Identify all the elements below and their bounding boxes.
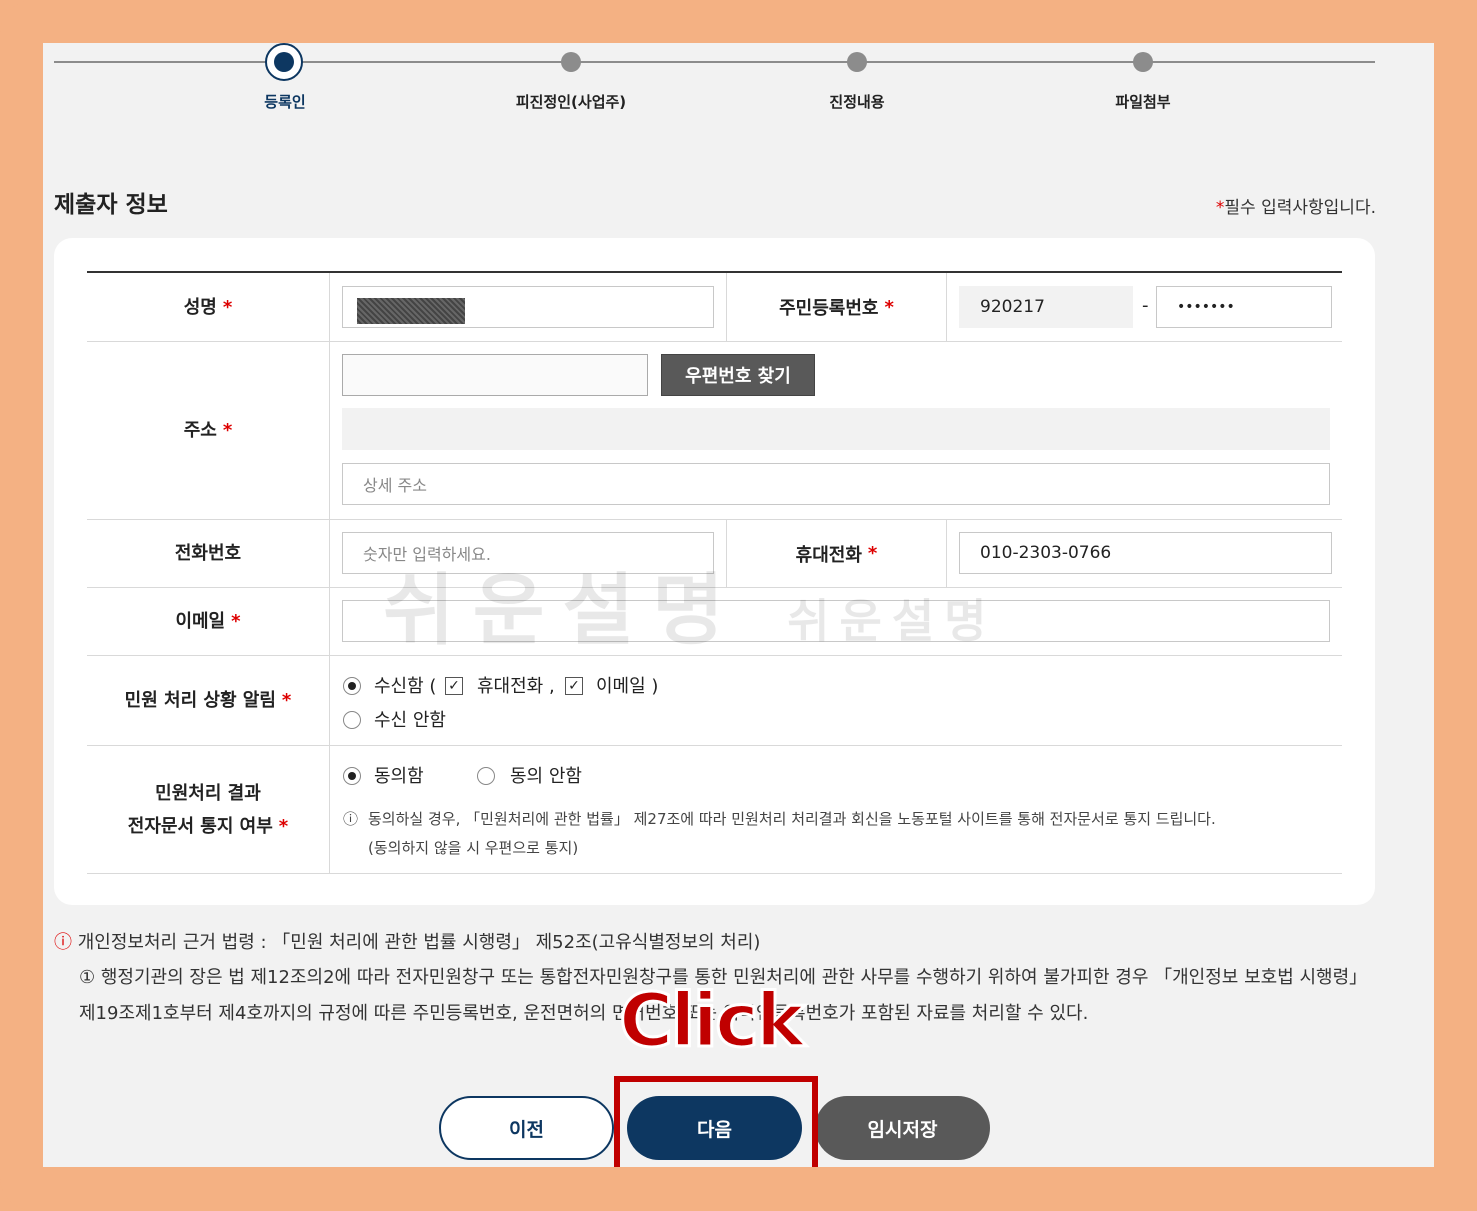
screenshot-frame: 등록인 피진정인(사업주) 진정내용 파일첨부 제출자 정보 *필수 입력사항입… — [0, 0, 1477, 1211]
page-content: 등록인 피진정인(사업주) 진정내용 파일첨부 제출자 정보 *필수 입력사항입… — [43, 43, 1434, 1167]
zip-search-button[interactable]: 우편번호 찾기 — [661, 354, 815, 396]
edoc-disagree-label: 동의 안함 — [510, 766, 582, 787]
stepper-line — [54, 61, 1375, 63]
row-notify: 민원 처리 상황 알림 * 수신함 ( ✓ 휴대전화 , ✓ 이메일 ) 수신 안… — [87, 656, 1342, 746]
watermark: 쉬운설명 쉬운설명 — [383, 566, 997, 656]
info-icon: ⓘ — [343, 810, 359, 828]
row-address: 주소 * 우편번호 찾기 상세 주소 — [87, 342, 1342, 520]
zip-code-input[interactable] — [342, 354, 648, 396]
step-dot-1 — [265, 43, 303, 81]
masked-name — [357, 298, 465, 324]
step-label-1: 등록인 — [264, 93, 306, 111]
resident-no-back-input[interactable]: ••••••• — [1156, 286, 1332, 328]
step-label-3: 진정내용 — [829, 93, 885, 111]
step-dot-3 — [847, 52, 867, 72]
step-label-4: 파일첨부 — [1115, 93, 1171, 111]
edoc-label: 민원처리 결과 전자문서 통지 여부 * — [87, 746, 330, 873]
notify-receive-label: 수신함 ( — [374, 676, 437, 697]
name-label: 성명 * — [87, 273, 330, 341]
notice-title: ⓘ 개인정보처리 근거 법령 : 「민원 처리에 관한 법률 시행령」 제52조… — [54, 932, 761, 953]
mobile-input[interactable]: 010-2303-0766 — [959, 532, 1332, 574]
address-label: 주소 * — [87, 342, 330, 519]
address-detail-input[interactable]: 상세 주소 — [342, 463, 1330, 505]
edoc-info-line1: 동의하실 경우, 「민원처리에 관한 법률」 제27조에 따라 민원처리 처리결… — [368, 810, 1216, 828]
step-dot-2 — [561, 52, 581, 72]
notify-mobile-checkbox[interactable]: ✓ — [445, 677, 463, 695]
resident-no-label: 주민등록번호 * — [726, 273, 947, 341]
step-label-2: 피진정인(사업주) — [515, 93, 627, 111]
notify-receive-radio[interactable] — [343, 677, 361, 695]
warning-icon: ⓘ — [54, 932, 72, 953]
resident-no-front-input[interactable]: 920217 — [959, 286, 1133, 328]
prev-button[interactable]: 이전 — [439, 1096, 614, 1160]
required-note-text: 필수 입력사항입니다. — [1224, 198, 1376, 218]
row-edoc: 민원처리 결과 전자문서 통지 여부 * 동의함 동의 안함 ⓘ 동의하실 경우,… — [87, 746, 1342, 874]
notify-label: 민원 처리 상황 알림 * — [87, 656, 330, 745]
name-input[interactable] — [342, 286, 714, 328]
notify-no-receive-label: 수신 안함 — [374, 710, 446, 731]
resident-no-separator: - — [1142, 295, 1149, 316]
notify-email-label: 이메일 ) — [596, 676, 659, 697]
edoc-info-line2: (동의하지 않을 시 우편으로 통지) — [368, 839, 579, 857]
click-annotation: Click — [617, 977, 806, 1066]
notify-mobile-label: 휴대전화 , — [477, 676, 555, 697]
row-name: 성명 * 주민등록번호 * 920217 - ••••••• — [87, 273, 1342, 342]
edoc-agree-label: 동의함 — [374, 766, 424, 787]
required-note: *필수 입력사항입니다. — [1216, 193, 1376, 218]
section-title: 제출자 정보 — [54, 192, 168, 218]
click-highlight-box — [614, 1076, 818, 1167]
temp-save-button[interactable]: 임시저장 — [815, 1096, 990, 1160]
phone-label: 전화번호 — [87, 520, 330, 587]
edoc-agree-radio[interactable] — [343, 767, 361, 785]
address-base-input[interactable] — [342, 408, 1330, 450]
email-label: 이메일 * — [87, 588, 330, 655]
notify-no-receive-radio[interactable] — [343, 711, 361, 729]
step-dot-4 — [1133, 52, 1153, 72]
notify-email-checkbox[interactable]: ✓ — [565, 677, 583, 695]
edoc-disagree-radio[interactable] — [477, 767, 495, 785]
